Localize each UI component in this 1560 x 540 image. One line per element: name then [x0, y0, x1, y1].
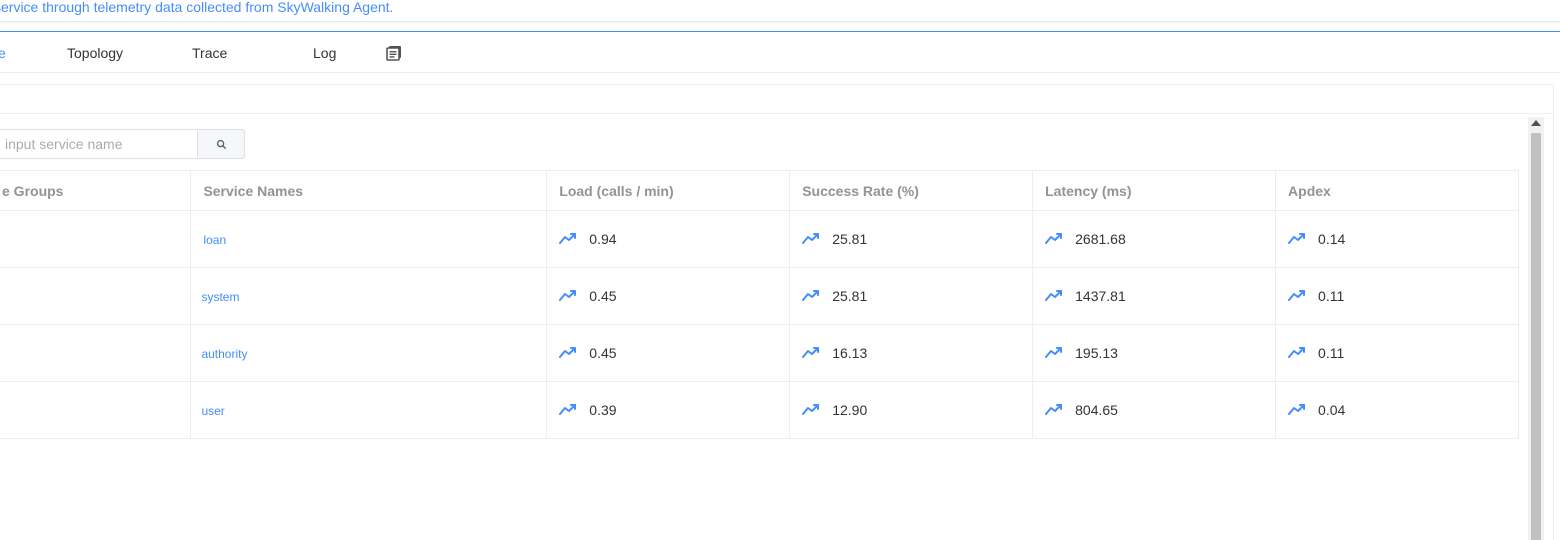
table-row: user 0.39 12.90 804.65 0.04 — [0, 381, 1519, 439]
scrollbar-thumb[interactable] — [1531, 133, 1541, 540]
success-rate-value: 25.81 — [832, 288, 868, 304]
trend-line-icon[interactable] — [559, 347, 577, 359]
trend-line-icon[interactable] — [559, 233, 577, 245]
apdex-value: 0.04 — [1318, 402, 1346, 418]
apdex-cell: 0.04 — [1275, 381, 1519, 439]
trend-line-icon[interactable] — [559, 290, 577, 302]
service-name-link[interactable]: system — [201, 290, 239, 304]
service-name-link[interactable]: authority — [201, 347, 247, 361]
service-name-link[interactable]: loan — [203, 233, 226, 247]
load-value: 0.45 — [589, 345, 617, 361]
success-rate-value: 12.90 — [832, 402, 868, 418]
latency-value: 2681.68 — [1075, 231, 1126, 247]
load-cell: 0.39 — [546, 381, 791, 439]
tab-service[interactable]: e — [0, 45, 6, 61]
search-icon — [216, 139, 226, 149]
service-name-cell: system — [190, 267, 548, 325]
trend-line-icon[interactable] — [802, 404, 820, 416]
apdex-value: 0.11 — [1318, 345, 1345, 361]
apdex-value: 0.14 — [1318, 231, 1346, 247]
trend-line-icon[interactable] — [1288, 233, 1306, 245]
trend-line-icon[interactable] — [559, 404, 577, 416]
success-rate-value: 25.81 — [832, 231, 868, 247]
table-row: authority 0.45 16.13 195.13 0.11 — [0, 324, 1519, 382]
service-name-cell: authority — [190, 324, 548, 382]
trend-line-icon[interactable] — [1288, 290, 1306, 302]
tab-topology[interactable]: Topology — [67, 45, 123, 61]
latency-cell: 1437.81 — [1032, 267, 1277, 325]
apdex-cell: 0.11 — [1275, 267, 1519, 325]
service-table: e Groups Service Names Load (calls / min… — [0, 170, 1519, 439]
column-header-apdex: Apdex — [1275, 170, 1519, 211]
latency-value: 195.13 — [1075, 345, 1118, 361]
trend-line-icon[interactable] — [1288, 347, 1306, 359]
trend-line-icon[interactable] — [1045, 233, 1063, 245]
apdex-cell: 0.14 — [1275, 210, 1519, 268]
apdex-cell: 0.11 — [1275, 324, 1519, 382]
table-row: loan 0.94 25.81 2681.68 0.14 — [0, 210, 1519, 268]
service-name-link[interactable]: user — [201, 404, 224, 418]
latency-cell: 804.65 — [1032, 381, 1277, 439]
success-rate-cell: 25.81 — [789, 267, 1034, 325]
page-description: service through telemetry data collected… — [0, 0, 1560, 22]
load-value: 0.45 — [589, 288, 617, 304]
trend-line-icon[interactable] — [802, 347, 820, 359]
column-header-groups: e Groups — [0, 170, 192, 211]
column-header-load: Load (calls / min) — [546, 170, 791, 211]
load-cell: 0.94 — [546, 210, 791, 268]
latency-value: 1437.81 — [1075, 288, 1126, 304]
load-value: 0.94 — [589, 231, 617, 247]
panel-header — [0, 85, 1553, 114]
search-button[interactable] — [197, 129, 245, 159]
load-value: 0.39 — [589, 402, 617, 418]
trend-line-icon[interactable] — [1288, 404, 1306, 416]
tab-bar: e Topology Trace Log — [0, 31, 1560, 73]
tab-trace[interactable]: Trace — [192, 45, 227, 61]
group-cell — [0, 324, 192, 382]
load-cell: 0.45 — [546, 267, 791, 325]
load-cell: 0.45 — [546, 324, 791, 382]
success-rate-value: 16.13 — [832, 345, 868, 361]
latency-value: 804.65 — [1075, 402, 1118, 418]
success-rate-cell: 16.13 — [789, 324, 1034, 382]
apdex-value: 0.11 — [1318, 288, 1345, 304]
scroll-up-arrow-icon[interactable] — [1531, 120, 1541, 126]
latency-cell: 2681.68 — [1032, 210, 1277, 268]
column-header-service-names: Service Names — [190, 170, 548, 211]
trend-line-icon[interactable] — [802, 233, 820, 245]
table-row: system 0.45 25.81 1437.81 0.11 — [0, 267, 1519, 325]
success-rate-cell: 12.90 — [789, 381, 1034, 439]
latency-cell: 195.13 — [1032, 324, 1277, 382]
group-cell — [0, 267, 192, 325]
success-rate-cell: 25.81 — [789, 210, 1034, 268]
document-copy-icon[interactable] — [385, 44, 403, 62]
column-header-latency: Latency (ms) — [1032, 170, 1277, 211]
table-header-row: e Groups Service Names Load (calls / min… — [0, 170, 1519, 211]
page-description-text: service through telemetry data collected… — [0, 0, 394, 15]
service-name-cell: user — [190, 381, 548, 439]
vertical-scrollbar[interactable] — [1528, 117, 1544, 540]
trend-line-icon[interactable] — [1045, 290, 1063, 302]
column-header-success-rate: Success Rate (%) — [789, 170, 1034, 211]
group-cell — [0, 381, 192, 439]
trend-line-icon[interactable] — [1045, 347, 1063, 359]
tab-log[interactable]: Log — [313, 45, 336, 61]
search-input[interactable] — [0, 129, 198, 159]
trend-line-icon[interactable] — [802, 290, 820, 302]
trend-line-icon[interactable] — [1045, 404, 1063, 416]
service-name-cell: loan — [190, 210, 548, 268]
group-cell — [0, 210, 192, 268]
